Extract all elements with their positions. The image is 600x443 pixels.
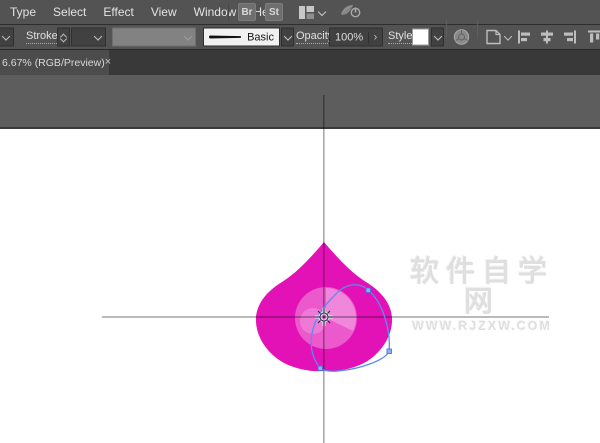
opacity-field[interactable]: 100% › <box>329 28 383 47</box>
workspace-chevron-icon[interactable] <box>318 8 326 16</box>
bridge-button[interactable]: Br <box>238 3 256 21</box>
chevron-down-icon <box>1 32 11 42</box>
menu-effect[interactable]: Effect <box>103 5 133 19</box>
chevron-down-icon <box>61 37 66 42</box>
brush-definition-chevron[interactable] <box>281 28 294 47</box>
gpu-performance-icon[interactable] <box>340 3 362 22</box>
stock-button[interactable]: St <box>265 3 283 21</box>
document-setup-icon[interactable] <box>486 30 513 45</box>
style-swatch[interactable] <box>412 29 429 46</box>
document-tab[interactable]: 6.67% (RGB/Preview) × <box>0 50 109 75</box>
document-tab-bar: 6.67% (RGB/Preview) × <box>0 50 600 75</box>
brush-definition-dropdown[interactable]: Basic <box>203 28 280 47</box>
menu-type[interactable]: Type <box>10 5 36 19</box>
illustrator-window: Type Select Effect View Window Help Br S… <box>0 0 600 443</box>
workspace-switcher-icon[interactable] <box>299 6 314 19</box>
left-dropdown[interactable] <box>0 28 14 47</box>
watermark-title: 软件自学网 <box>396 257 568 317</box>
recolor-artwork-icon[interactable] <box>452 28 471 47</box>
stroke-label[interactable]: Stroke: <box>26 30 61 44</box>
menu-bar: Type Select Effect View Window Help Br S… <box>0 0 600 25</box>
controlbar-separator <box>446 21 447 38</box>
brush-definition-value: Basic <box>247 31 274 43</box>
stroke-weight-stepper[interactable] <box>57 28 70 47</box>
watermark-url: WWW.RJZXW.COM <box>396 319 568 333</box>
chevron-down-icon <box>283 32 293 42</box>
opacity-value: 100% <box>330 31 368 43</box>
chevron-down-icon <box>183 32 193 42</box>
menubar-app-buttons: Br St <box>238 0 362 24</box>
control-bar: Stroke: Basic Opacity: 100% › Style: <box>0 25 600 50</box>
chevron-down-icon <box>503 32 513 42</box>
chevron-down-icon <box>433 32 443 42</box>
align-top-icon[interactable] <box>585 28 600 47</box>
width-profile-dropdown-disabled <box>112 28 196 47</box>
menu-window[interactable]: Window <box>194 5 237 19</box>
menu-select[interactable]: Select <box>53 5 86 19</box>
document-tab-label: 6.67% (RGB/Preview) <box>2 57 105 69</box>
controlbar-separator <box>477 21 478 38</box>
pasteboard <box>0 75 600 129</box>
brush-stroke-preview-icon <box>209 36 241 39</box>
menu-view[interactable]: View <box>151 5 177 19</box>
align-left-icon[interactable] <box>515 28 534 47</box>
menubar-separator <box>228 4 229 21</box>
close-icon[interactable]: × <box>105 57 111 68</box>
chevron-down-icon <box>93 32 103 42</box>
align-center-icon[interactable] <box>537 28 556 47</box>
opacity-expand-chevron[interactable]: › <box>368 31 382 43</box>
artboard-canvas[interactable]: 软件自学网 WWW.RJZXW.COM <box>0 75 600 443</box>
align-right-icon[interactable] <box>559 28 578 47</box>
style-chevron[interactable] <box>431 28 444 47</box>
stroke-weight-dropdown[interactable] <box>71 28 106 47</box>
watermark: 软件自学网 WWW.RJZXW.COM <box>396 257 568 333</box>
